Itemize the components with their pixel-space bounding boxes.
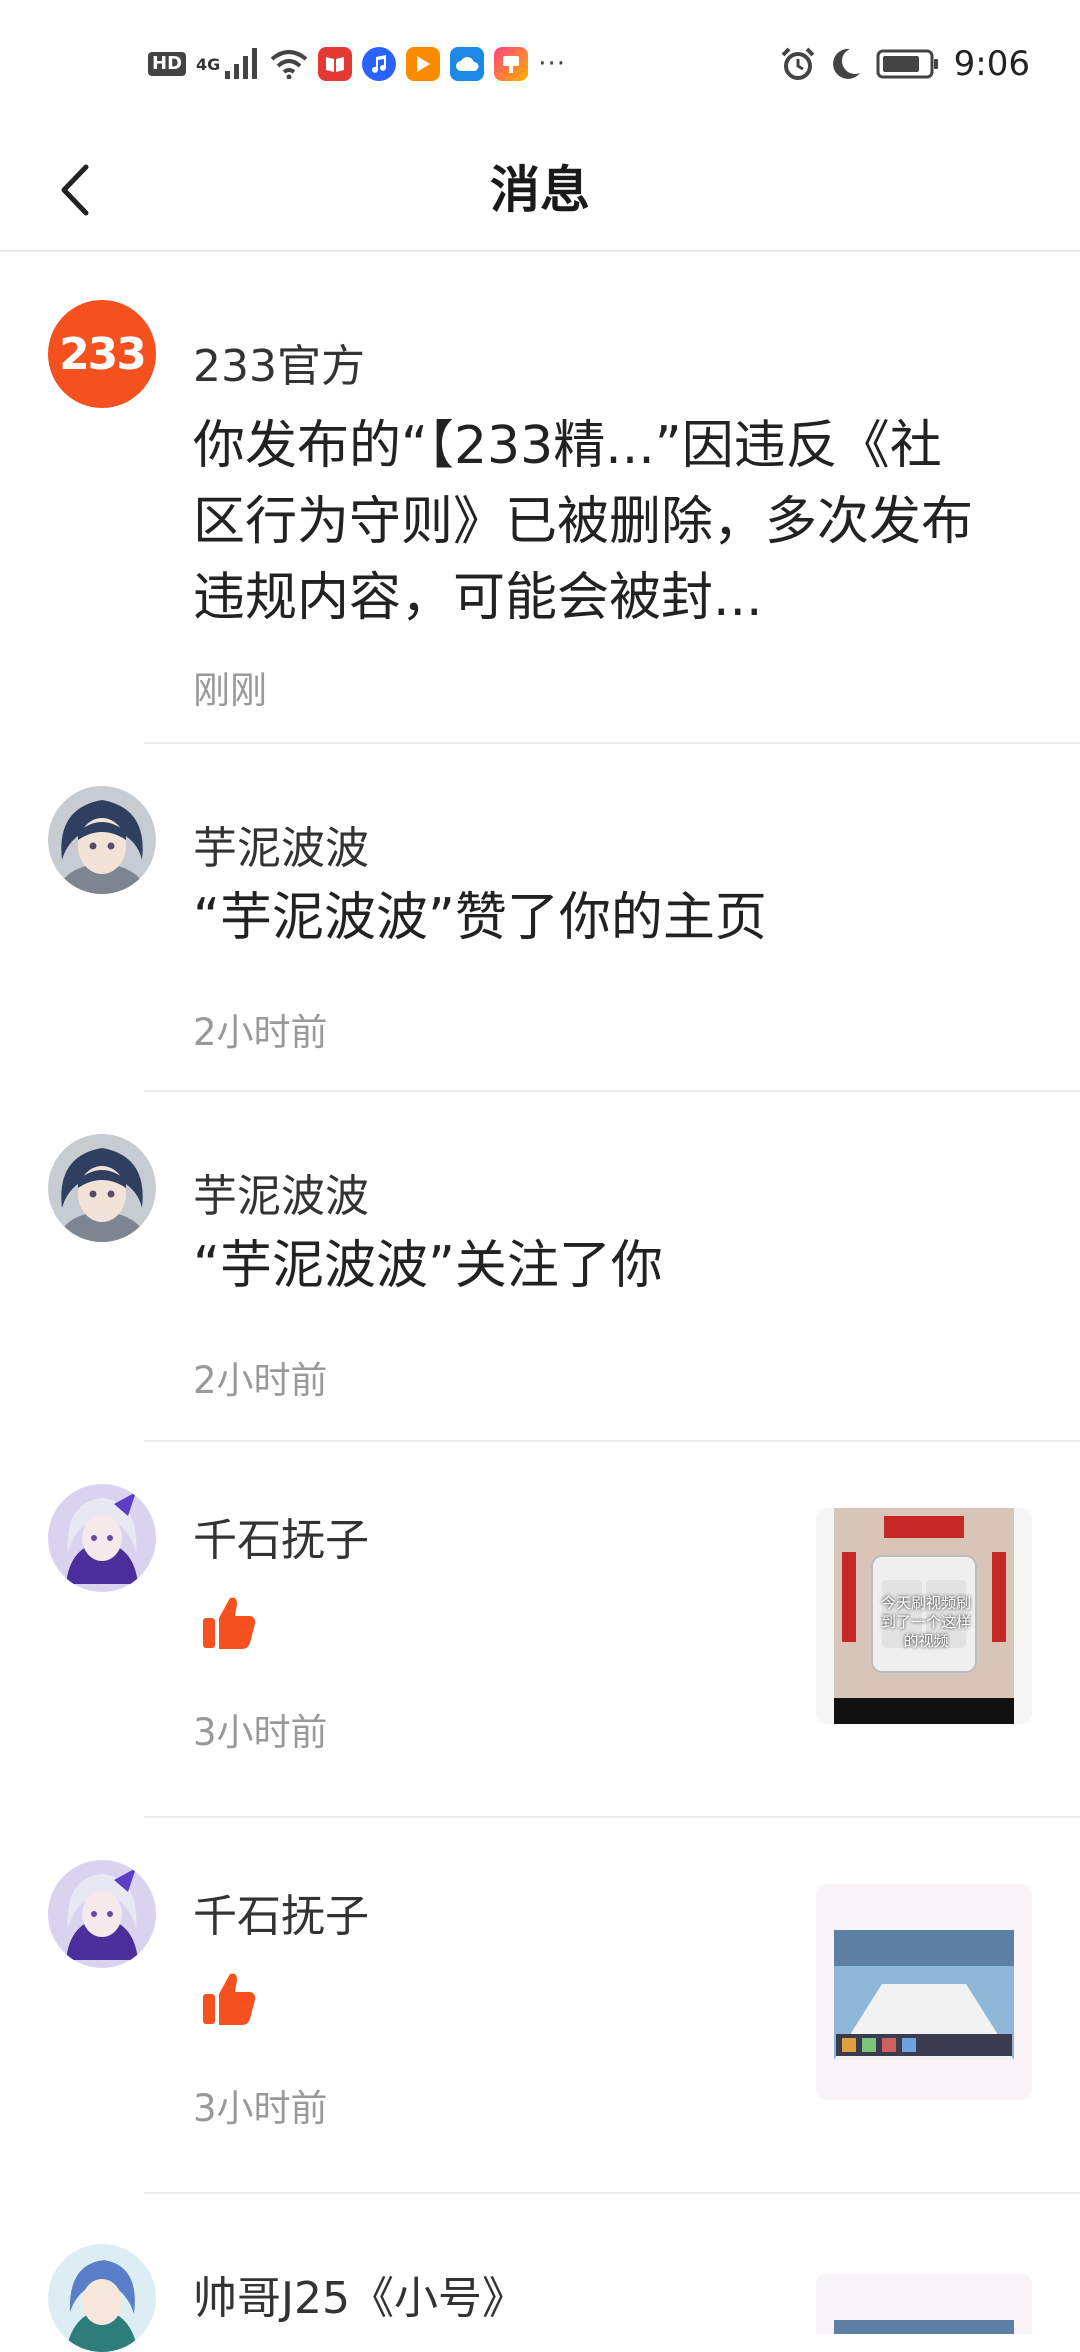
timestamp: 3小时前 [193,1711,328,1754]
store-app-icon [494,47,529,81]
post-thumbnail[interactable]: 今天刷视频刷到了一个这样的视频 [816,1508,1032,1724]
avatar[interactable]: 233 [48,300,156,408]
timestamp: 刚刚 [193,669,267,712]
avatar[interactable] [48,2244,156,2352]
status-bar: HD 4G ··· 9:06 [0,0,1080,130]
message-list: 233 233官方 你发布的“【233精...”因违反《社区行为守则》已被删除，… [0,252,1080,2352]
sender-name: 帅哥J25《小号》 [193,2273,526,2324]
list-item[interactable]: 芋泥波波 “芋泥波波”关注了你 2小时前 [0,1092,1080,1442]
nav-bar: 消息 [0,130,1080,252]
music-app-icon [362,47,397,81]
timestamp: 2小时前 [193,1359,328,1402]
sender-name: 千石抚子 [193,1891,369,1942]
list-item[interactable]: 千石抚子 3小时前 今天刷视频刷到了一个这样的视频 [0,1442,1080,1818]
sender-name: 千石抚子 [193,1515,369,1566]
avatar[interactable] [48,786,156,894]
moon-icon [832,48,860,79]
page-title: 消息 [490,161,590,219]
back-button[interactable] [40,152,110,228]
timestamp: 3小时前 [193,2087,328,2130]
post-thumbnail[interactable] [816,2274,1032,2334]
message-text: 你发布的“【233精...”因违反《社区行为守则》已被删除，多次发布违规内容，可… [193,416,974,628]
sender-name: 芋泥波波 [193,823,369,874]
thumbs-up-icon [203,1597,256,1649]
message-text: “芋泥波波”关注了你 [193,1236,663,1296]
list-item[interactable]: 千石抚子 3小时前 [0,1818,1080,2194]
list-item[interactable]: 芋泥波波 “芋泥波波”赞了你的主页 2小时前 [0,744,1080,1092]
list-item[interactable]: 233 233官方 你发布的“【233精...”因违反《社区行为守则》已被删除，… [0,252,1080,744]
clock: 9:06 [953,44,1030,84]
avatar[interactable] [48,1860,156,1968]
list-item[interactable]: 帅哥J25《小号》 [0,2194,1080,2352]
avatar[interactable] [48,1134,156,1242]
hd-badge: HD [148,52,187,76]
thumbnail-caption: 今天刷视频刷到了一个这样的视频 [880,1594,971,1650]
cloud-app-icon [450,47,485,81]
book-app-icon [318,47,353,81]
sender-name: 芋泥波波 [193,1171,369,1222]
status-left: HD 4G ··· [148,44,566,84]
sender-name: 233官方 [193,341,365,392]
video-app-icon [406,47,441,81]
network-type: 4G [196,54,221,74]
wifi-icon [271,50,308,79]
alarm-icon [781,47,815,80]
avatar[interactable] [48,1484,156,1592]
more-notifications-icon: ··· [538,49,567,79]
timestamp: 2小时前 [193,1011,328,1054]
message-text: “芋泥波波”赞了你的主页 [193,888,767,948]
thumbs-up-icon [203,1973,256,2025]
chevron-left-icon [61,164,89,216]
status-right: 9:06 [780,42,1030,86]
post-thumbnail[interactable] [816,1884,1032,2100]
battery-icon [876,49,938,79]
signal-icon [225,48,258,79]
